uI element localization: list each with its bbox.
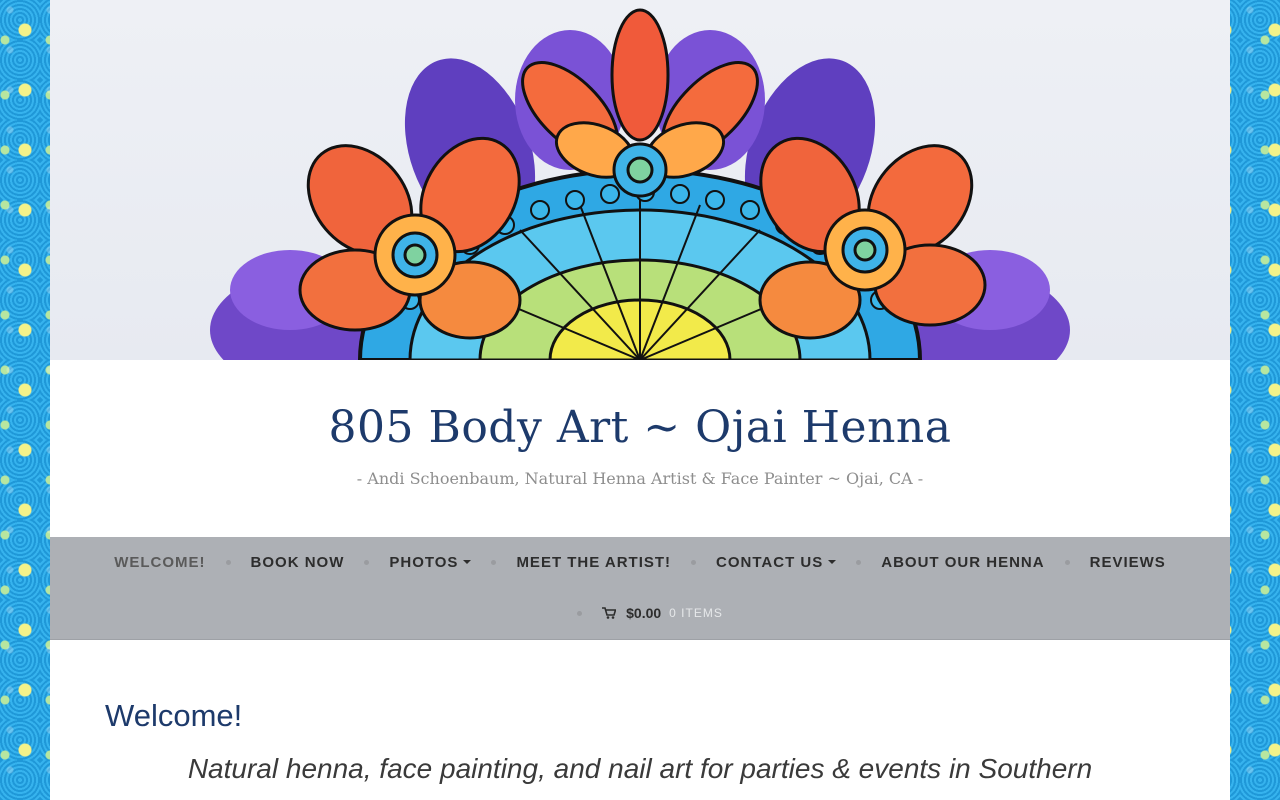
site-description: - Andi Schoenbaum, Natural Henna Artist … — [356, 469, 924, 488]
site-branding: 805 Body Art ~ Ojai Henna - Andi Schoenb… — [50, 360, 1230, 537]
nav-item-book-now[interactable]: BOOK NOW — [251, 554, 345, 571]
intro-text: Natural henna, face painting, and nail a… — [187, 753, 1093, 784]
page-title: Welcome! — [105, 698, 243, 733]
nav-item-meet-the-artist[interactable]: MEET THE ARTIST! — [516, 554, 671, 571]
page-container: 805 Body Art ~ Ojai Henna - Andi Schoenb… — [50, 0, 1230, 800]
nav-row-cart: $0.00 0 ITEMS — [50, 588, 1230, 638]
mandala-flower-illustration — [210, 8, 1070, 360]
nav-separator — [856, 559, 862, 565]
header-image — [50, 0, 1230, 360]
cart-link[interactable]: $0.00 0 ITEMS — [602, 605, 723, 621]
nav-item-contact-us[interactable]: CONTACT US — [716, 554, 837, 571]
nav-item-welcome[interactable]: WELCOME! — [114, 554, 205, 571]
nav-row-primary: WELCOME! BOOK NOW PHOTOS MEET THE ARTIST… — [50, 537, 1230, 587]
nav-separator — [491, 559, 497, 565]
nav-item-about-our-henna[interactable]: ABOUT OUR HENNA — [881, 554, 1044, 571]
cart-icon — [602, 607, 617, 619]
cart-item-count[interactable]: 0 ITEMS — [669, 606, 723, 620]
main-navigation: WELCOME! BOOK NOW PHOTOS MEET THE ARTIST… — [50, 537, 1230, 640]
nav-separator — [577, 610, 583, 616]
chevron-down-icon — [463, 560, 472, 564]
nav-separator — [225, 559, 231, 565]
nav-separator — [1064, 559, 1070, 565]
chevron-down-icon — [828, 560, 837, 564]
cart-total[interactable]: $0.00 — [626, 605, 661, 621]
nav-item-photos[interactable]: PHOTOS — [389, 554, 472, 571]
nav-separator — [364, 559, 370, 565]
nav-separator — [691, 559, 697, 565]
site-title[interactable]: 805 Body Art ~ Ojai Henna — [50, 402, 1230, 453]
nav-item-reviews[interactable]: REVIEWS — [1090, 554, 1166, 571]
